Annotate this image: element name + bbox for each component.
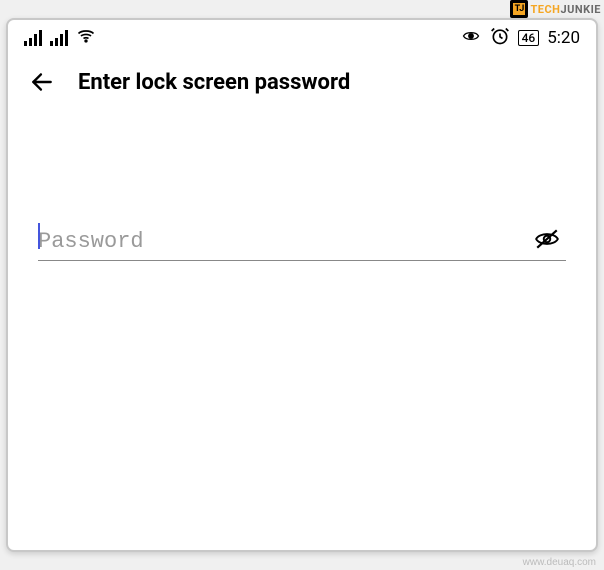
status-left (24, 26, 96, 50)
password-row (38, 222, 566, 261)
eye-visibility-icon (460, 27, 482, 49)
text-cursor (38, 223, 40, 249)
wifi-icon (76, 26, 96, 50)
password-input[interactable] (38, 223, 316, 260)
watermark-brand-text: TECHJUNKIE (530, 3, 601, 16)
eye-off-icon (532, 226, 562, 252)
app-bar: Enter lock screen password (8, 56, 596, 112)
toggle-password-visibility-button[interactable] (528, 222, 566, 260)
battery-indicator: 46 (518, 30, 540, 46)
clock-time: 5:20 (547, 28, 580, 48)
alarm-icon (490, 26, 510, 50)
status-right: 46 5:20 (460, 26, 580, 50)
signal-icon-2 (50, 30, 68, 46)
back-button[interactable] (28, 68, 56, 96)
arrow-left-icon (29, 69, 55, 95)
device-frame: 46 5:20 Enter lock screen password (6, 18, 598, 552)
page-title: Enter lock screen password (78, 70, 350, 95)
watermark-top: TJ TECHJUNKIE (510, 0, 601, 18)
content-area (8, 112, 596, 261)
signal-icon-1 (24, 30, 42, 46)
watermark-bottom: www.deuaq.com (523, 557, 596, 568)
techjunkie-logo-icon: TJ (510, 0, 528, 18)
status-bar: 46 5:20 (8, 20, 596, 56)
